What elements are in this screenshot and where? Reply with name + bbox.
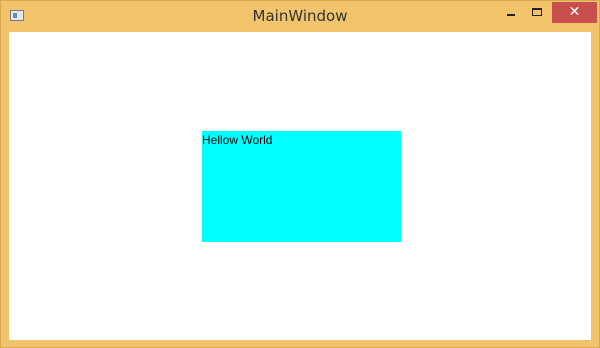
close-button[interactable]: ✕: [552, 2, 597, 23]
client-area: Hellow World: [9, 32, 591, 340]
title-bar[interactable]: MainWindow ✕: [1, 1, 599, 32]
close-icon: ✕: [568, 4, 581, 20]
minimize-icon: [507, 14, 515, 16]
main-window: MainWindow ✕ Hellow World: [0, 0, 600, 348]
maximize-button[interactable]: [523, 2, 551, 23]
hello-world-text: Hellow World: [202, 133, 273, 147]
maximize-icon: [532, 8, 542, 16]
hello-world-textblock: Hellow World: [202, 131, 401, 242]
minimize-button[interactable]: [497, 2, 525, 23]
